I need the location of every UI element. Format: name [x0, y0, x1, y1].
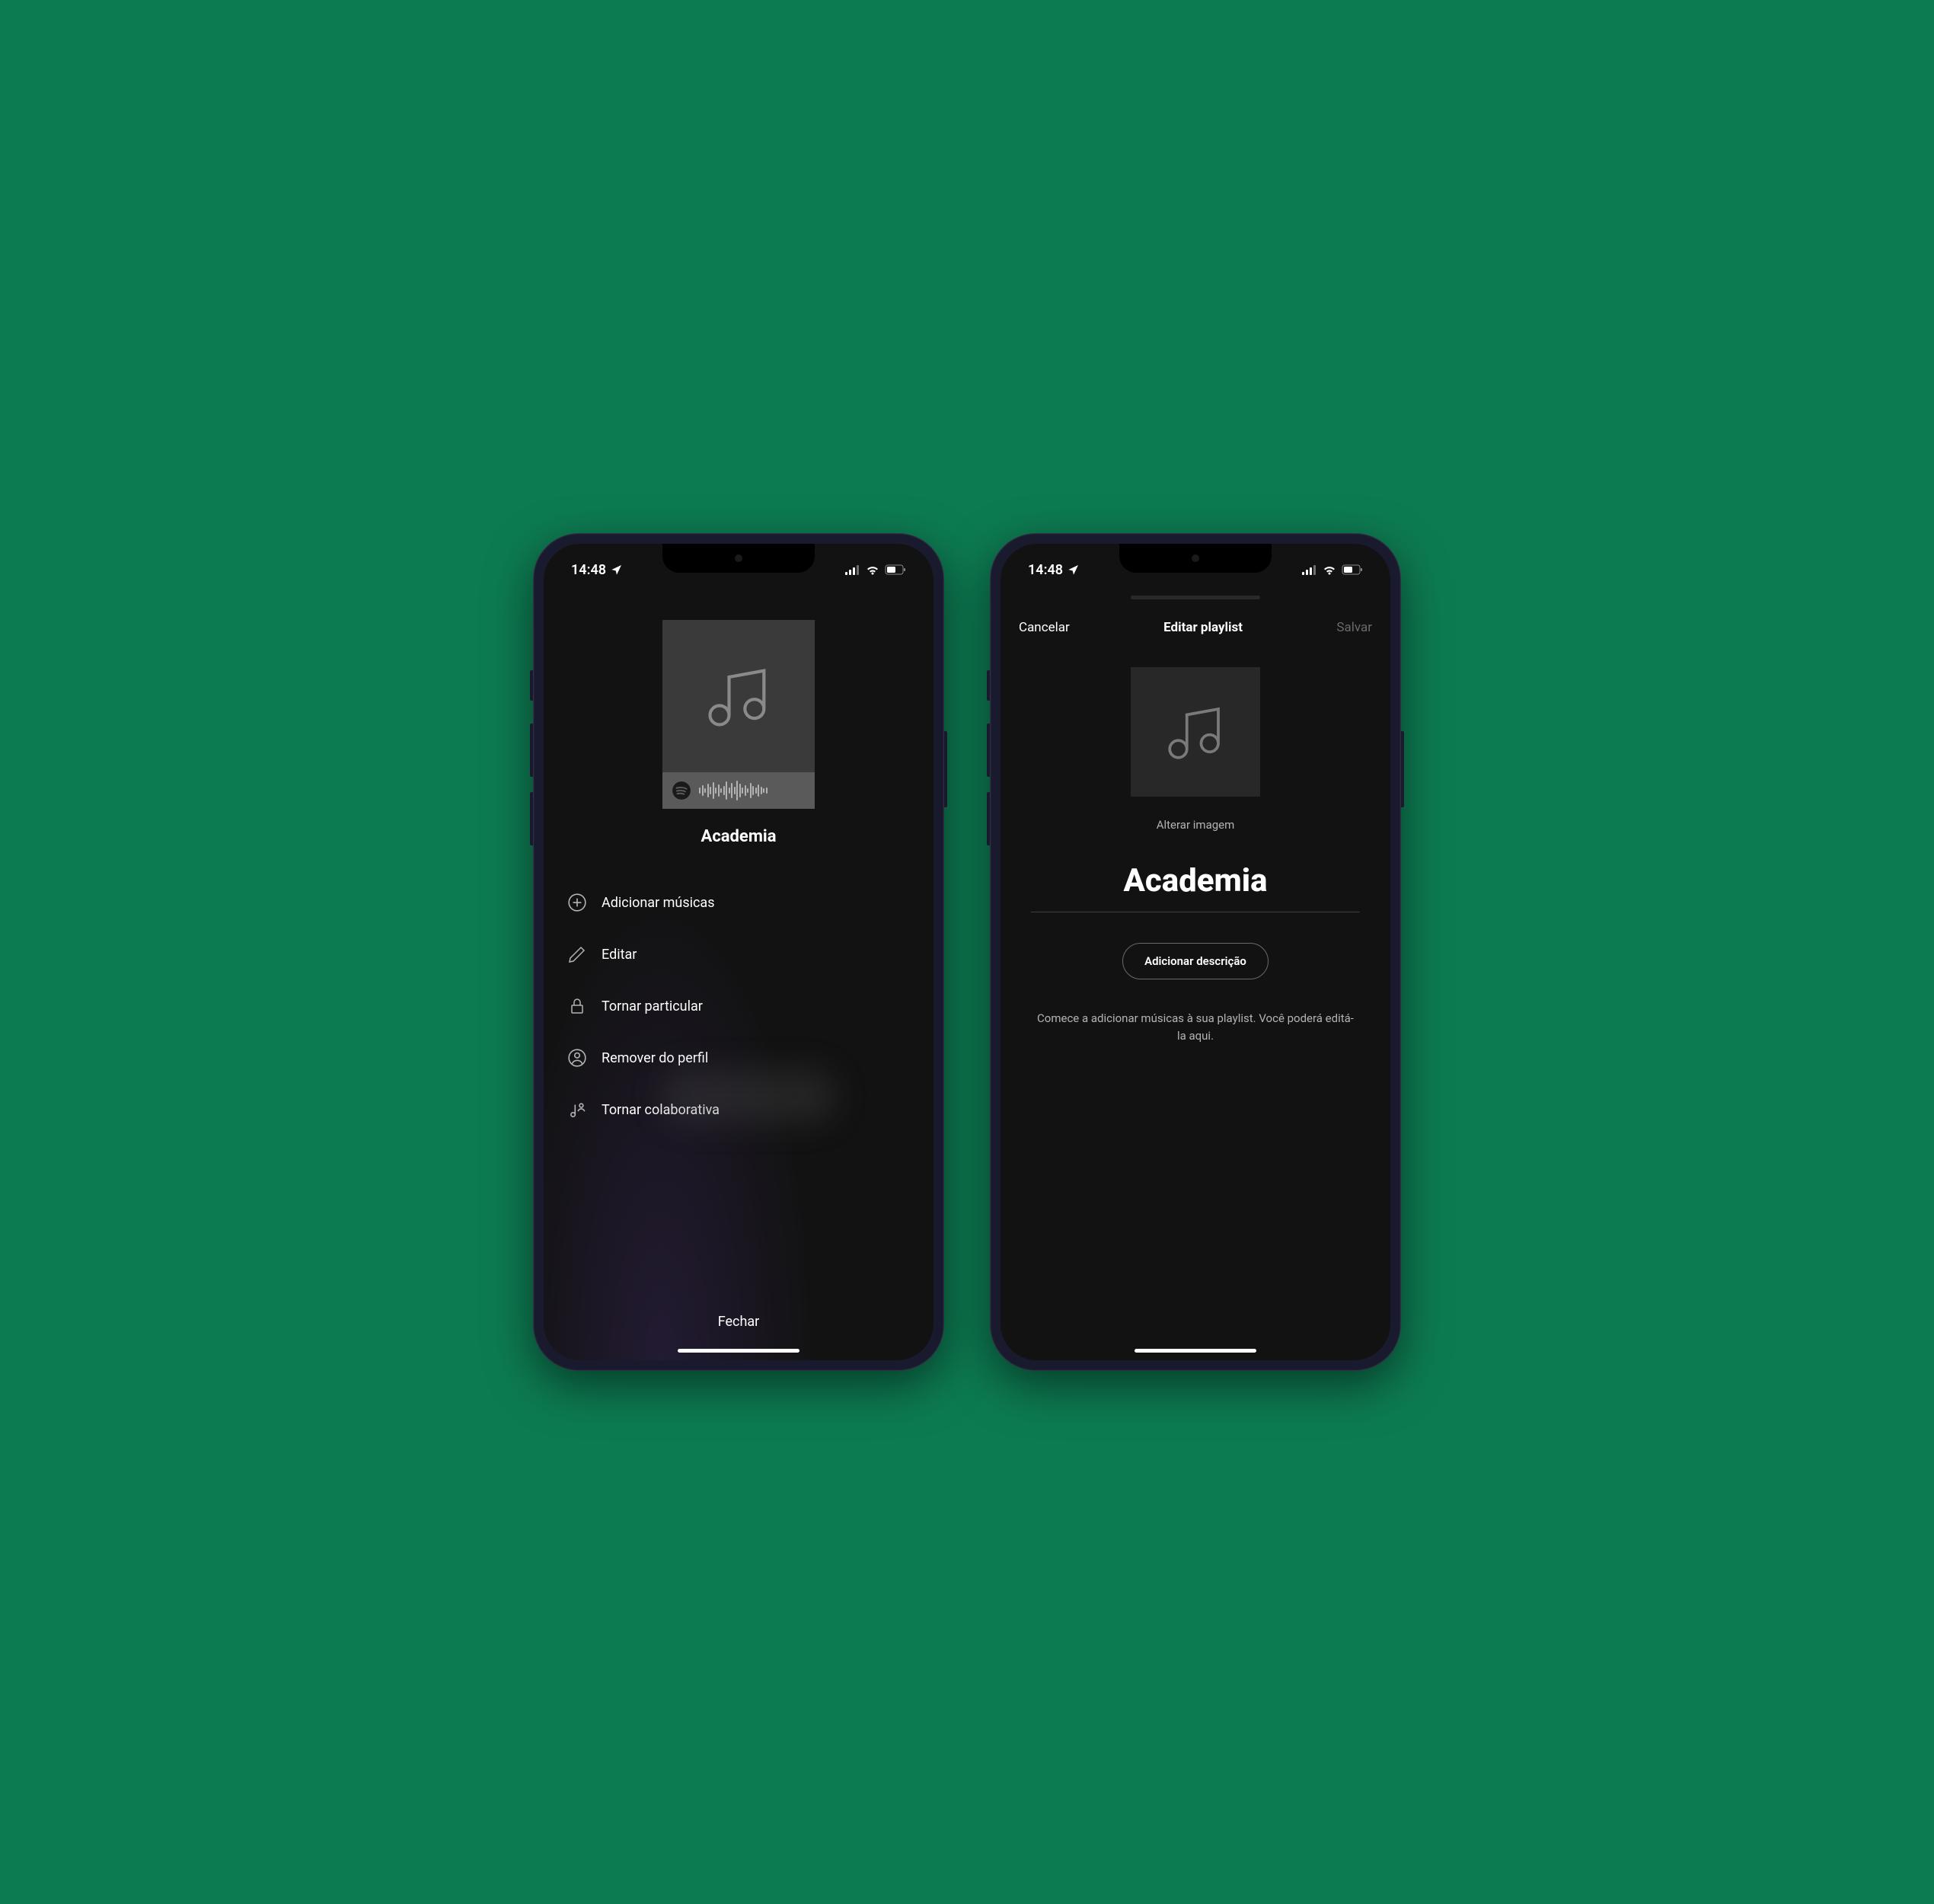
menu-label: Tornar particular	[602, 998, 703, 1014]
spotify-icon	[672, 781, 691, 800]
spotify-code-bars	[699, 772, 768, 809]
sheet-header: Cancelar Editar playlist Salvar	[1001, 603, 1390, 652]
menu-label: Editar	[602, 947, 637, 963]
playlist-name-input[interactable]: Academia	[1031, 862, 1360, 912]
notch	[1119, 544, 1272, 573]
screen: 14:48	[1001, 544, 1390, 1360]
close-button[interactable]: Fechar	[718, 1314, 760, 1330]
menu-edit[interactable]: Editar	[566, 944, 911, 965]
phone-frame: 14:48	[990, 533, 1401, 1371]
playlist-cover[interactable]	[662, 620, 815, 772]
cellular-icon	[1302, 564, 1317, 575]
home-indicator[interactable]	[1135, 1349, 1256, 1353]
help-text: Comece a adicionar músicas à sua playlis…	[1036, 1010, 1355, 1044]
screen: 14:48	[544, 544, 933, 1360]
wifi-icon	[865, 564, 880, 575]
battery-icon	[1342, 564, 1363, 575]
home-indicator[interactable]	[678, 1349, 799, 1353]
location-icon	[1068, 564, 1080, 576]
status-time: 14:48	[1028, 562, 1063, 578]
menu-label: Adicionar músicas	[602, 895, 715, 911]
change-image-button[interactable]: Alterar imagem	[1157, 818, 1235, 832]
location-icon	[611, 564, 623, 576]
pencil-icon	[566, 944, 588, 965]
music-note-icon	[1161, 698, 1230, 766]
blur-overlay	[661, 1069, 836, 1123]
lock-icon	[566, 995, 588, 1017]
plus-circle-icon	[566, 892, 588, 913]
cancel-button[interactable]: Cancelar	[1019, 620, 1070, 635]
playlist-title: Academia	[701, 827, 777, 846]
notch	[662, 544, 815, 573]
edit-sheet: Cancelar Editar playlist Salvar Alterar …	[1001, 603, 1390, 1360]
user-circle-icon	[566, 1047, 588, 1069]
wifi-icon	[1322, 564, 1337, 575]
spotify-code[interactable]	[662, 772, 815, 809]
playlist-cover[interactable]	[1131, 667, 1260, 797]
status-time: 14:48	[571, 562, 606, 578]
cellular-icon	[845, 564, 860, 575]
phone-frame: 14:48	[533, 533, 944, 1371]
sheet-title: Editar playlist	[1163, 620, 1243, 635]
sheet-grabber-peek	[1131, 596, 1260, 599]
music-note-icon	[701, 658, 777, 734]
menu-add-songs[interactable]: Adicionar músicas	[566, 892, 911, 913]
battery-icon	[885, 564, 906, 575]
menu-label: Remover do perfil	[602, 1050, 708, 1066]
menu-remove-profile[interactable]: Remover do perfil	[566, 1047, 911, 1069]
collaborative-icon	[566, 1099, 588, 1120]
menu-make-private[interactable]: Tornar particular	[566, 995, 911, 1017]
add-description-button[interactable]: Adicionar descrição	[1122, 943, 1269, 979]
save-button[interactable]: Salvar	[1336, 620, 1372, 635]
